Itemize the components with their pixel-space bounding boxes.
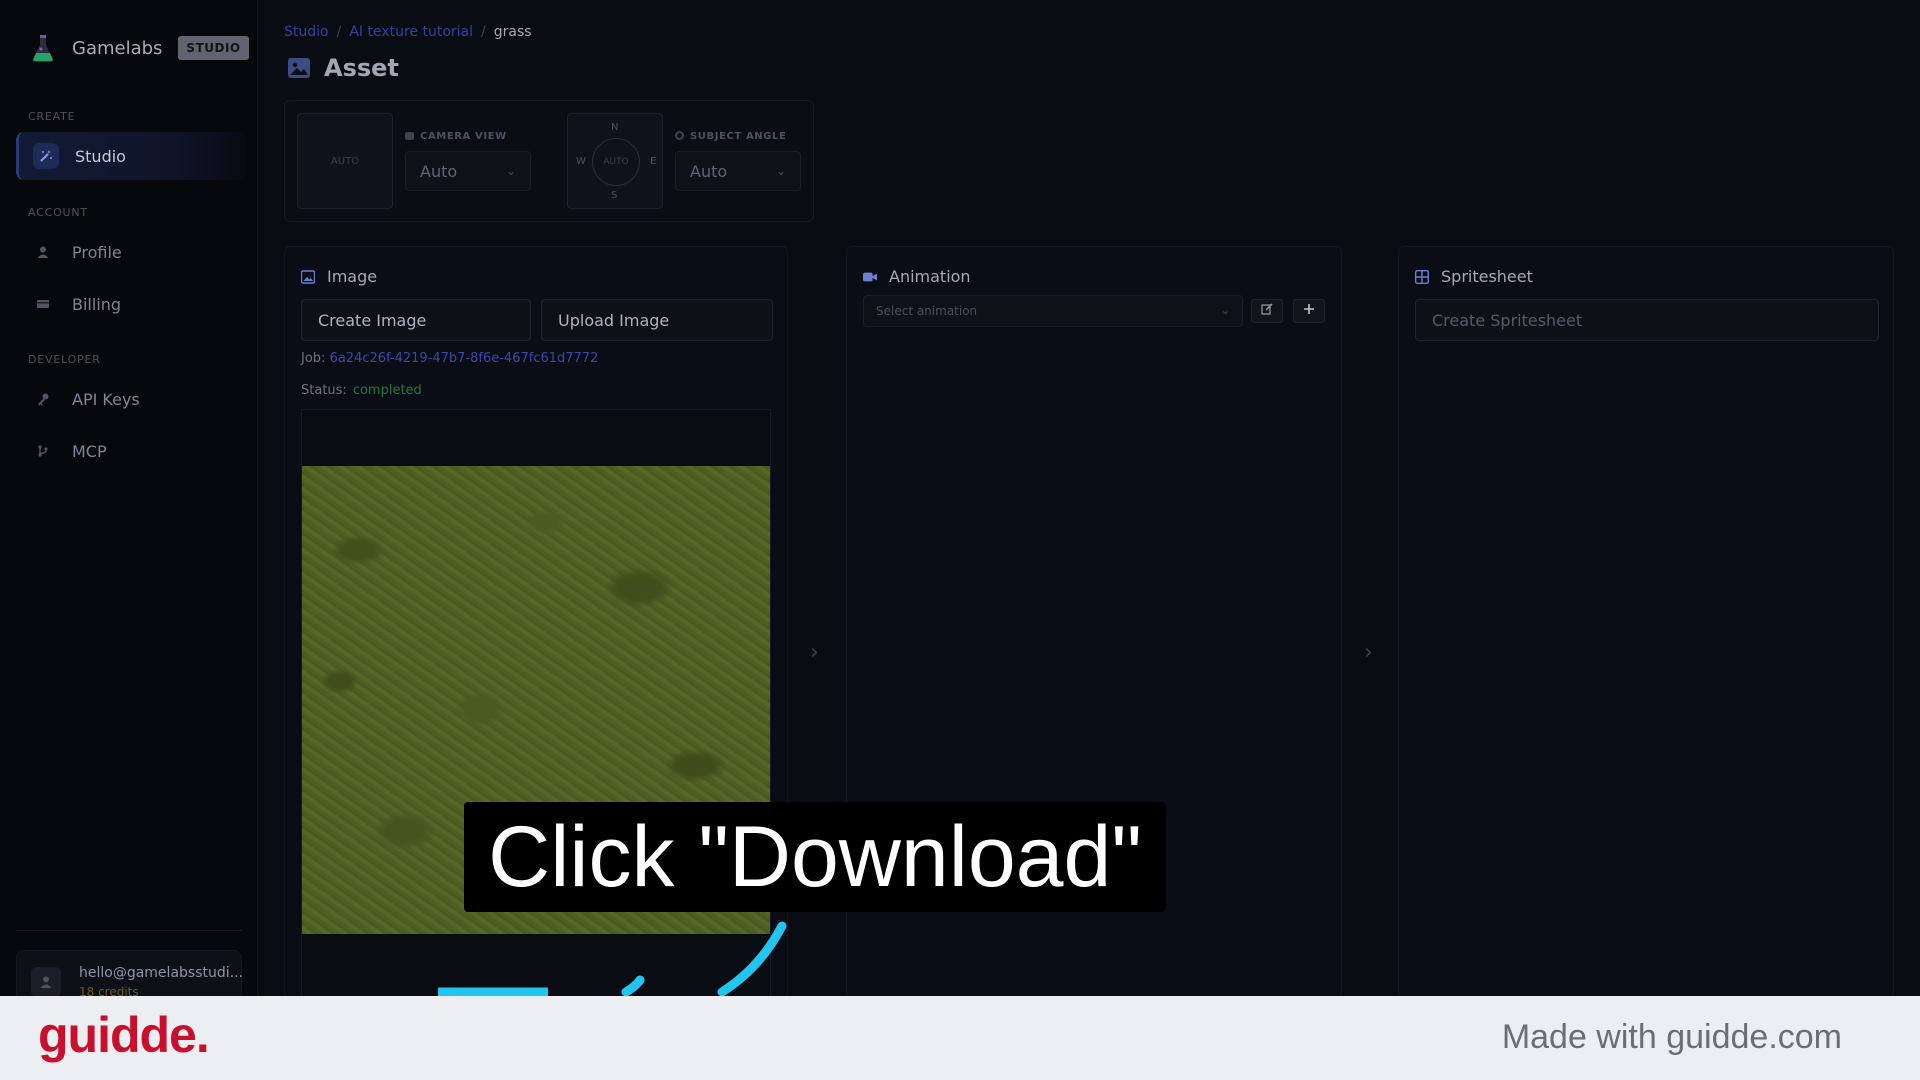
grid-icon bbox=[1415, 269, 1429, 284]
user-avatar-icon bbox=[31, 967, 61, 997]
chevron-down-icon: ⌄ bbox=[1220, 304, 1230, 317]
brand[interactable]: Gamelabs STUDIO bbox=[30, 33, 249, 63]
animation-panel-header: Animation bbox=[863, 267, 971, 286]
sidebar-item-mcp[interactable]: MCP bbox=[16, 427, 246, 475]
page-title: Asset bbox=[324, 54, 399, 82]
image-panel-header: Image bbox=[301, 267, 377, 286]
upload-image-button[interactable]: Upload Image bbox=[541, 299, 773, 341]
job-line: Job: 6a24c26f-4219-47b7-8f6e-467fc61d777… bbox=[301, 351, 598, 366]
add-animation-button[interactable] bbox=[1293, 299, 1325, 323]
spritesheet-panel: Spritesheet Create Spritesheet bbox=[1398, 246, 1894, 1006]
made-with-guidde-link[interactable]: Made with guidde.com bbox=[1502, 1018, 1842, 1057]
sidebar-item-label: API Keys bbox=[72, 389, 140, 409]
magic-wand-icon bbox=[33, 143, 59, 169]
chevron-down-icon: ⌄ bbox=[505, 164, 516, 178]
compass-center[interactable]: AUTO bbox=[592, 138, 640, 186]
instruction-tooltip: Click "Download" bbox=[464, 802, 1166, 912]
highlight-stroke bbox=[438, 921, 787, 997]
animation-select-placeholder: Select animation bbox=[876, 304, 978, 318]
video-camera-icon bbox=[863, 270, 877, 284]
page-header: Asset bbox=[288, 54, 399, 82]
spritesheet-panel-title: Spritesheet bbox=[1441, 267, 1533, 286]
brand-name: Gamelabs bbox=[72, 37, 163, 59]
camera-view-label: CAMERA VIEW bbox=[405, 131, 507, 142]
status-line: Status: completed bbox=[301, 383, 422, 398]
chevron-right-icon: › bbox=[810, 640, 819, 665]
sidebar-item-label: Studio bbox=[75, 146, 126, 166]
image-panel-title: Image bbox=[327, 267, 378, 286]
job-id-link[interactable]: 6a24c26f-4219-47b7-8f6e-467fc61d7772 bbox=[330, 351, 599, 366]
sidebar-item-profile[interactable]: Profile bbox=[16, 228, 246, 276]
image-icon bbox=[301, 269, 315, 284]
subject-angle-select[interactable]: Auto ⌄ bbox=[675, 151, 801, 191]
spritesheet-panel-header: Spritesheet bbox=[1415, 267, 1533, 286]
studio-badge: STUDIO bbox=[178, 36, 249, 60]
animation-select[interactable]: Select animation ⌄ bbox=[863, 295, 1243, 327]
compass-west[interactable]: W bbox=[576, 156, 586, 167]
camera-preview-box[interactable]: AUTO bbox=[297, 113, 393, 209]
subject-angle-label: SUBJECT ANGLE bbox=[675, 131, 786, 142]
breadcrumb: Studio / AI texture tutorial / grass bbox=[284, 24, 532, 40]
view-controls: AUTO CAMERA VIEW Auto ⌄ N S W E AUTO SUB… bbox=[284, 100, 814, 222]
image-icon bbox=[288, 58, 310, 78]
guidde-logo[interactable]: guidde. bbox=[38, 1006, 210, 1064]
camera-icon bbox=[405, 132, 414, 140]
job-label: Job: bbox=[301, 351, 326, 366]
sidebar-item-studio[interactable]: Studio bbox=[16, 132, 246, 180]
chevron-right-icon: › bbox=[1364, 640, 1373, 665]
status-badge: completed bbox=[352, 383, 422, 398]
section-label-account: ACCOUNT bbox=[28, 206, 88, 219]
card-icon bbox=[30, 291, 56, 317]
camera-view-select[interactable]: Auto ⌄ bbox=[405, 151, 531, 191]
sidebar-item-billing[interactable]: Billing bbox=[16, 280, 246, 328]
key-icon bbox=[30, 386, 56, 412]
gear-icon bbox=[675, 131, 684, 140]
section-label-create: CREATE bbox=[28, 110, 76, 123]
create-spritesheet-button[interactable]: Create Spritesheet bbox=[1415, 299, 1879, 341]
animation-panel-title: Animation bbox=[889, 267, 971, 286]
plus-icon bbox=[1303, 303, 1315, 319]
user-email: hello@gamelabsstudi... bbox=[79, 965, 243, 981]
breadcrumb-link-project[interactable]: AI texture tutorial bbox=[349, 24, 473, 40]
breadcrumb-separator: / bbox=[481, 24, 486, 40]
compass-north[interactable]: N bbox=[611, 122, 618, 133]
guidde-footer: guidde. Made with guidde.com bbox=[0, 996, 1920, 1080]
compass-south[interactable]: S bbox=[611, 190, 617, 201]
breadcrumb-current: grass bbox=[493, 24, 532, 40]
instruction-text: Click "Download" bbox=[488, 808, 1142, 905]
subject-angle-value: Auto bbox=[690, 161, 728, 181]
sidebar-divider bbox=[16, 930, 242, 931]
sidebar-item-api-keys[interactable]: API Keys bbox=[16, 375, 246, 423]
chevron-down-icon: ⌄ bbox=[775, 164, 786, 178]
section-label-developer: DEVELOPER bbox=[28, 353, 101, 366]
create-image-button[interactable]: Create Image bbox=[301, 299, 531, 341]
sidebar-item-label: Billing bbox=[72, 294, 122, 314]
camera-view-value: Auto bbox=[420, 161, 458, 181]
sidebar: Gamelabs STUDIO CREATE Studio ACCOUNT Pr… bbox=[0, 0, 258, 1010]
breadcrumb-link-studio[interactable]: Studio bbox=[284, 24, 329, 40]
git-branch-icon bbox=[30, 438, 56, 464]
status-label: Status: bbox=[301, 383, 347, 398]
edit-animation-button[interactable] bbox=[1251, 299, 1283, 323]
breadcrumb-separator: / bbox=[336, 24, 342, 40]
sidebar-item-label: MCP bbox=[72, 441, 107, 461]
compass-east[interactable]: E bbox=[650, 156, 656, 167]
edit-icon bbox=[1261, 303, 1273, 319]
flask-logo-icon bbox=[30, 33, 56, 63]
sidebar-item-label: Profile bbox=[72, 242, 122, 262]
subject-angle-compass[interactable]: N S W E AUTO bbox=[567, 113, 663, 209]
user-icon bbox=[30, 239, 56, 265]
